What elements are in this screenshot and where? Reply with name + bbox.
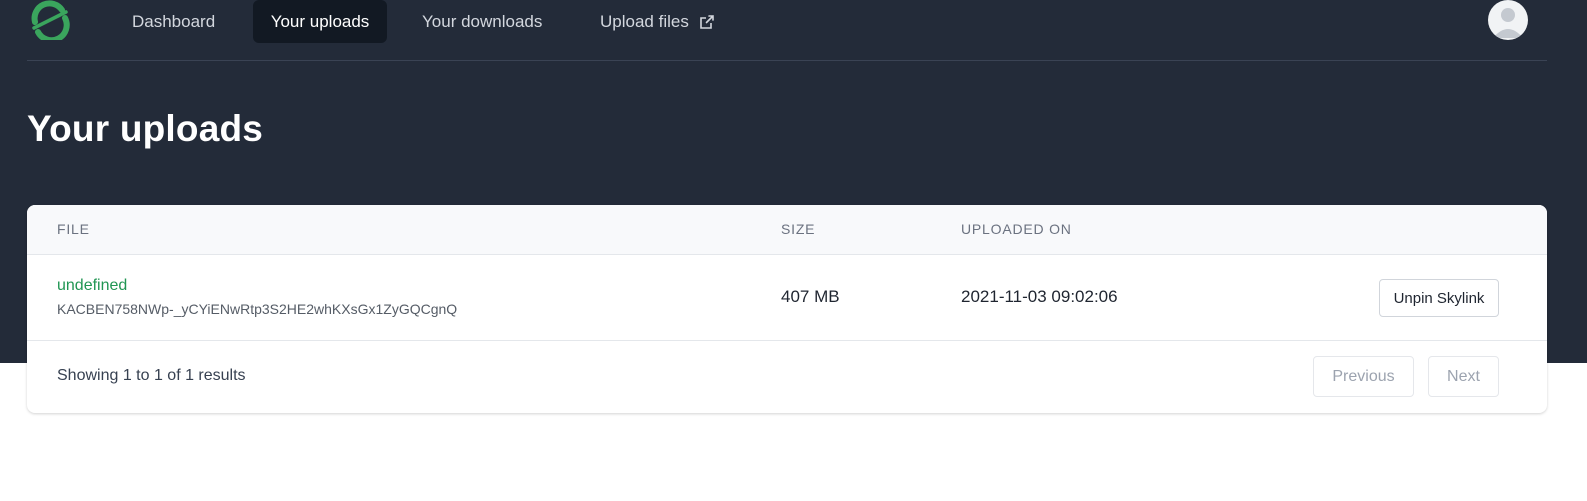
file-size: 407 MB [781,287,840,306]
external-link-icon [699,14,715,30]
table-row: undefined KACBEN758NWp-_yCYiENwRtp3S2HE2… [27,255,1547,341]
unpin-skylink-button[interactable]: Unpin Skylink [1379,279,1499,317]
uploads-table: FILE SIZE UPLOADED ON undefined KACBEN75… [27,205,1547,413]
table-header: FILE SIZE UPLOADED ON [27,205,1547,255]
unpin-skylink-label: Unpin Skylink [1393,289,1485,307]
next-page-button[interactable]: Next [1428,356,1499,397]
user-avatar-icon[interactable] [1488,0,1528,40]
next-page-label: Next [1447,367,1480,385]
nav-item-label: Upload files [600,11,689,31]
upload-date: 2021-11-03 09:02:06 [961,287,1118,306]
nav-item-your-downloads[interactable]: Your downloads [407,0,557,43]
column-header-file: FILE [57,221,90,237]
skynet-logo-icon[interactable] [29,0,71,44]
top-navigation: Dashboard Your uploads Your downloads Up… [27,0,1547,61]
file-name-link[interactable]: undefined [57,277,127,295]
column-header-uploaded-on: UPLOADED ON [961,221,1072,237]
nav-item-label: Your uploads [270,11,370,31]
nav-item-label: Your downloads [422,11,543,31]
nav-item-dashboard[interactable]: Dashboard [117,0,230,43]
previous-page-button[interactable]: Previous [1313,356,1414,397]
nav-item-your-uploads[interactable]: Your uploads [253,0,387,43]
nav-item-upload-files[interactable]: Upload files [585,0,730,43]
previous-page-label: Previous [1332,367,1395,385]
results-summary: Showing 1 to 1 of 1 results [57,367,246,384]
nav-item-label: Dashboard [132,11,216,31]
skylink-text: KACBEN758NWp-_yCYiENwRtp3S2HE2whKXsGx1Zy… [57,301,458,317]
page-title: Your uploads [27,108,264,149]
column-header-size: SIZE [781,221,816,237]
